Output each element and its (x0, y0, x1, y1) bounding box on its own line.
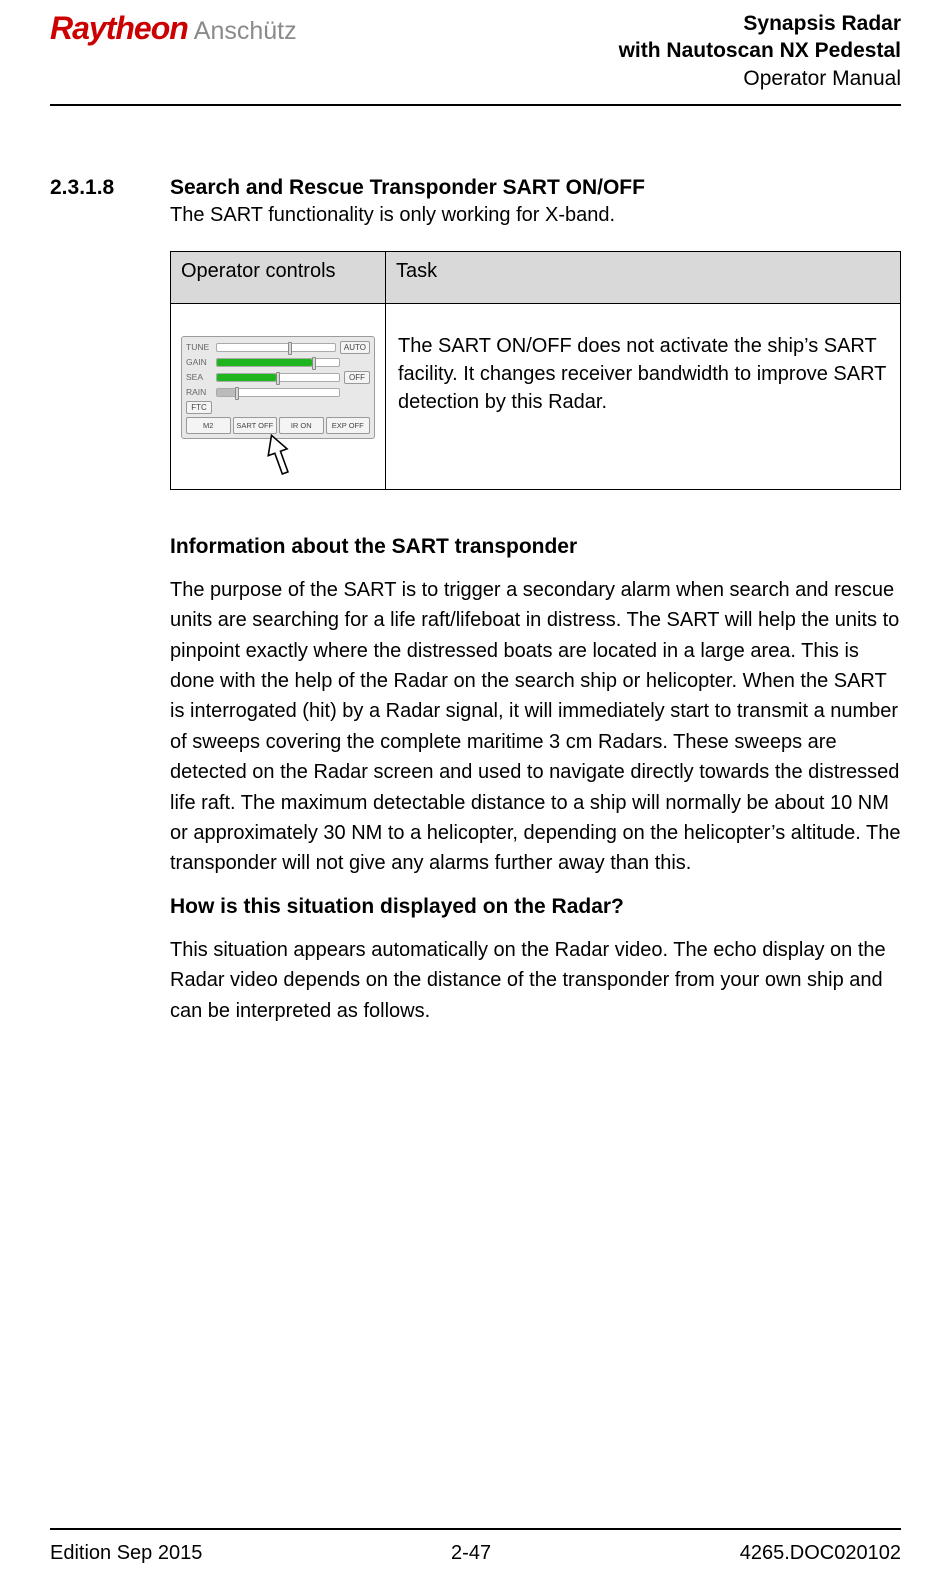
table-header-controls: Operator controls (171, 251, 386, 303)
paragraph-display: This situation appears automatically on … (170, 935, 901, 1026)
panel-label-sea: SEA (186, 372, 212, 382)
cursor-arrow-icon (261, 434, 297, 478)
exp-button[interactable]: EXP OFF (326, 417, 371, 434)
rain-slider[interactable] (216, 388, 340, 397)
table-cell-task: The SART ON/OFF does not activate the sh… (386, 303, 901, 489)
footer-doc: 4265.DOC020102 (740, 1542, 901, 1565)
section-intro: The SART functionality is only working f… (170, 204, 901, 227)
operator-task-table: Operator controls Task TUNE AUTO GA (170, 251, 901, 490)
header-title-line1: Synapsis Radar (619, 10, 901, 37)
subheading-info: Information about the SART transponder (170, 535, 901, 559)
paragraph-info: The purpose of the SART is to trigger a … (170, 575, 901, 879)
panel-label-rain: RAIN (186, 387, 212, 397)
gain-slider[interactable] (216, 358, 340, 367)
sart-button[interactable]: SART OFF (233, 417, 278, 434)
logo-anschutz: Anschütz (194, 17, 297, 46)
header-title: Synapsis Radar with Nautoscan NX Pedesta… (619, 10, 901, 92)
subheading-display: How is this situation displayed on the R… (170, 895, 901, 919)
page-header: Raytheon Anschütz Synapsis Radar with Na… (50, 0, 901, 106)
logo-raytheon: Raytheon (50, 10, 188, 47)
table-header-task: Task (386, 251, 901, 303)
m2-button[interactable]: M2 (186, 417, 231, 434)
page-footer: Edition Sep 2015 2-47 4265.DOC020102 (50, 1528, 901, 1565)
tune-slider[interactable] (216, 343, 336, 352)
footer-edition: Edition Sep 2015 (50, 1542, 202, 1565)
panel-label-tune: TUNE (186, 342, 212, 352)
ftc-button[interactable]: FTC (186, 401, 212, 414)
header-title-line2: with Nautoscan NX Pedestal (619, 37, 901, 64)
section-title: Search and Rescue Transponder SART ON/OF… (170, 176, 901, 200)
table-cell-controls: TUNE AUTO GAIN OFF SEA (171, 303, 386, 489)
off-button-2[interactable]: OFF (344, 371, 370, 384)
auto-button[interactable]: AUTO (340, 341, 370, 354)
sea-slider[interactable] (216, 373, 340, 382)
header-title-line3: Operator Manual (619, 65, 901, 92)
section-number: 2.3.1.8 (50, 176, 170, 200)
logo: Raytheon Anschütz (50, 10, 297, 47)
ir-button[interactable]: IR ON (279, 417, 324, 434)
footer-page: 2-47 (451, 1542, 491, 1565)
panel-label-gain: GAIN (186, 357, 212, 367)
radar-control-panel: TUNE AUTO GAIN OFF SEA (181, 336, 375, 439)
